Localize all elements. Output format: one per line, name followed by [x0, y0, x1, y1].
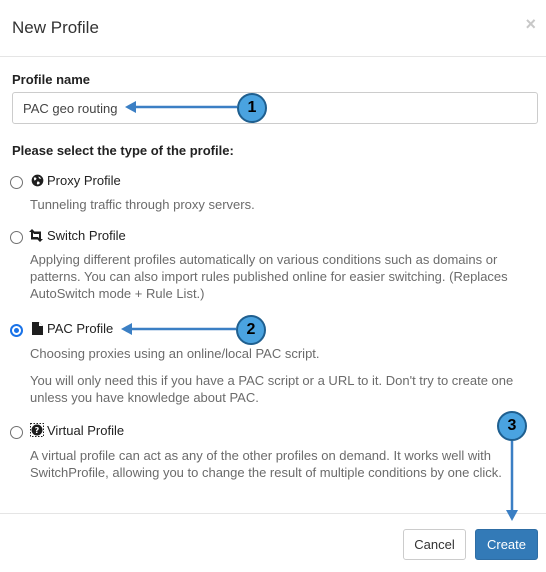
annotation-arrowhead-3 [506, 510, 518, 521]
new-profile-dialog: New Profile × Profile name Please select… [0, 0, 546, 571]
annotation-badge-1: 1 [237, 93, 267, 123]
annotation-arrows [121, 101, 518, 521]
annotation-badge-2: 2 [236, 315, 266, 345]
annotation-arrowhead-1 [125, 101, 136, 113]
annotation-badge-3: 3 [497, 411, 527, 441]
annotation-arrowhead-2 [121, 323, 132, 335]
